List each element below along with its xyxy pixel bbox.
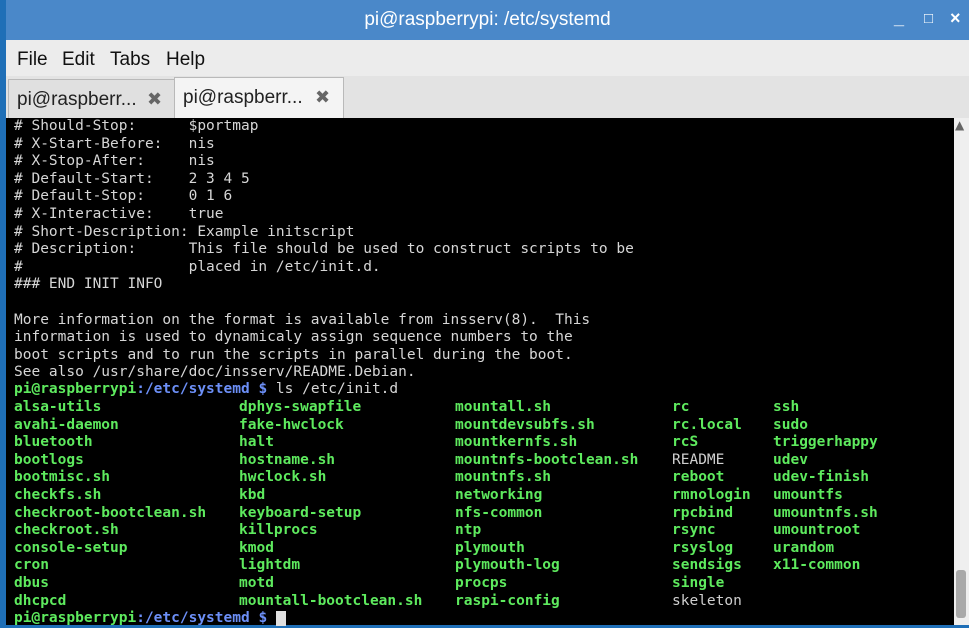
file-entry: single [672, 575, 725, 591]
file-entry: x11-common [773, 557, 861, 574]
file-entry: rcS [672, 434, 699, 451]
file-entry: triggerhappy [773, 434, 878, 451]
file-entry: ntp [455, 522, 482, 539]
menu-bar: File Edit Tabs Help [6, 40, 969, 76]
terminal-line: ### END INIT INFO [14, 276, 163, 293]
terminal-line: # Default-Start: 2 3 4 5 [14, 170, 250, 187]
tab-bar: pi@raspberr... ✖ pi@raspberr... ✖ [6, 76, 969, 118]
file-entry: keyboard-setup [239, 504, 362, 521]
prompt-line: pi@raspberrypi:/etc/systemd $ ls /etc/in… [14, 381, 399, 397]
file-entry: halt [239, 434, 274, 451]
terminal-line: # X-Interactive: true [14, 205, 224, 222]
file-entry: alsa-utils [14, 399, 102, 415]
menu-edit[interactable]: Edit [62, 49, 95, 71]
file-entry: sendsigs [672, 557, 742, 574]
terminal-line: # Default-Stop: 0 1 6 [14, 188, 233, 205]
file-entry: dhcpcd [14, 592, 67, 609]
file-entry: rsync [672, 522, 716, 539]
terminal-line: # Description: This file should be used … [14, 241, 634, 258]
terminal-line: # placed in /etc/init.d. [14, 258, 381, 275]
file-entry: bootlogs [14, 451, 84, 468]
close-icon[interactable]: × [950, 8, 961, 29]
title-bar[interactable]: pi@raspberrypi: /etc/systemd _ □ × [6, 0, 969, 40]
file-entry: nfs-common [455, 504, 543, 521]
file-entry: cron [14, 557, 49, 574]
file-entry: raspi-config [455, 592, 560, 609]
terminal-line: information is used to dynamicaly assign… [14, 329, 573, 346]
file-entry: mountnfs.sh [455, 469, 552, 486]
file-entry: console-setup [14, 539, 128, 556]
maximize-icon[interactable]: □ [924, 10, 933, 27]
file-entry: hwclock.sh [239, 469, 327, 486]
tab-label: pi@raspberr... [183, 87, 303, 108]
terminal-line: # Should-Stop: $portmap [14, 118, 259, 134]
file-entry: mountall.sh [455, 399, 552, 415]
minimize-icon[interactable]: _ [894, 8, 904, 29]
file-entry: rsyslog [672, 539, 734, 556]
file-entry: bootmisc.sh [14, 469, 111, 486]
terminal-line: boot scripts and to run the scripts in p… [14, 346, 573, 363]
file-entry: mountkernfs.sh [455, 434, 578, 451]
scrollbar[interactable]: ▲ [954, 118, 969, 625]
tab-close-icon[interactable]: ✖ [315, 87, 330, 108]
file-entry: kmod [239, 539, 274, 556]
file-entry: killprocs [239, 522, 318, 539]
file-entry: udev-finish [773, 469, 870, 486]
file-entry: lightdm [239, 557, 301, 574]
file-entry: rc.local [672, 416, 742, 433]
file-entry: hostname.sh [239, 451, 336, 468]
file-entry: networking [455, 487, 543, 503]
file-entry: motd [239, 575, 274, 591]
tab-close-icon[interactable]: ✖ [147, 89, 162, 110]
tab-2[interactable]: pi@raspberr... ✖ [174, 77, 344, 118]
scroll-thumb[interactable] [956, 570, 966, 618]
file-entry: dphys-swapfile [239, 399, 362, 415]
scroll-up-icon[interactable]: ▲ [955, 118, 964, 132]
file-entry: mountall-bootclean.sh [239, 592, 423, 609]
file-entry: avahi-daemon [14, 416, 119, 433]
file-entry: urandom [773, 539, 835, 556]
window-title: pi@raspberrypi: /etc/systemd [364, 9, 611, 30]
file-entry: ssh [773, 399, 800, 415]
terminal-output[interactable]: # Should-Stop: $portmap # X-Start-Before:… [6, 118, 954, 626]
file-entry: mountnfs-bootclean.sh [455, 451, 639, 468]
file-entry: fake-hwclock [239, 416, 344, 433]
file-entry: reboot [672, 469, 725, 486]
menu-tabs[interactable]: Tabs [110, 49, 150, 71]
file-entry: checkfs.sh [14, 487, 102, 503]
terminal-line: More information on the format is availa… [14, 311, 591, 328]
terminal-window: pi@raspberrypi: /etc/systemd _ □ × File … [6, 0, 969, 626]
terminal-line: # X-Stop-After: nis [14, 153, 215, 170]
terminal-text: # Should-Stop: $portmap # X-Start-Before:… [14, 118, 634, 382]
terminal-line: See also /usr/share/doc/insserv/README.D… [14, 364, 416, 381]
file-entry: udev [773, 451, 808, 468]
file-entry: checkroot.sh [14, 522, 119, 539]
file-entry: checkroot-bootclean.sh [14, 504, 207, 521]
file-entry: rmnologin [672, 487, 751, 503]
file-entry: bluetooth [14, 434, 93, 451]
file-entry: skeleton [672, 592, 742, 609]
file-entry: umountnfs.sh [773, 504, 878, 521]
file-entry: kbd [239, 487, 266, 503]
menu-help[interactable]: Help [166, 49, 205, 71]
file-entry: umountroot [773, 522, 861, 539]
menu-file[interactable]: File [17, 49, 48, 71]
tab-label: pi@raspberr... [17, 89, 137, 110]
text-cursor [275, 610, 286, 626]
file-entry: plymouth-log [455, 557, 560, 574]
file-entry: rc [672, 399, 690, 415]
file-entry: procps [455, 575, 508, 591]
terminal-line: # X-Start-Before: nis [14, 135, 215, 152]
terminal-line: # Short-Description: Example initscript [14, 223, 355, 240]
file-entry: sudo [773, 416, 808, 433]
file-entry: plymouth [455, 539, 525, 556]
file-entry: rpcbind [672, 504, 734, 521]
file-entry: dbus [14, 575, 49, 591]
tab-1[interactable]: pi@raspberr... ✖ [8, 79, 175, 118]
file-entry: umountfs [773, 487, 843, 503]
file-entry: README [672, 451, 725, 468]
file-entry: mountdevsubfs.sh [455, 416, 595, 433]
